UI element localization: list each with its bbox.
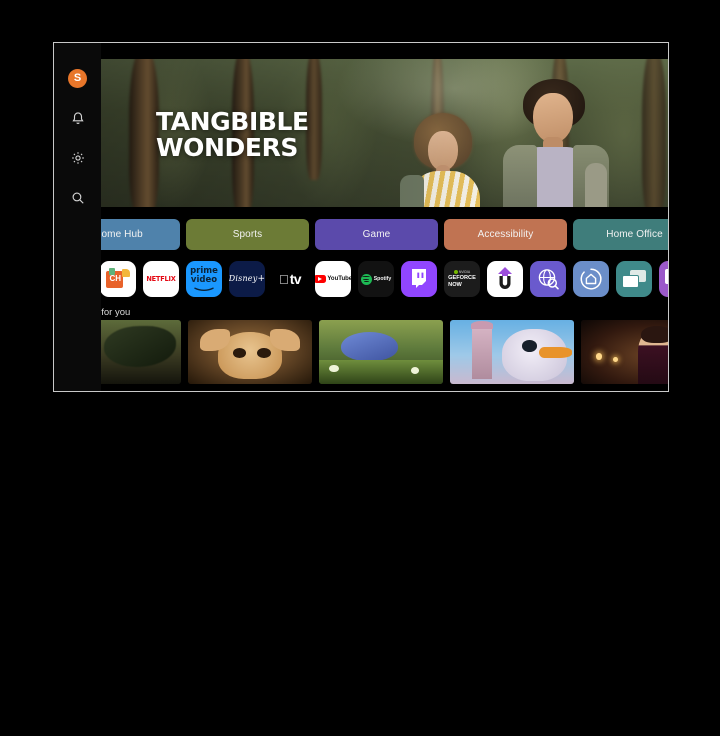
top-pick-thumbnail[interactable] [188,320,312,384]
u-app-icon [487,261,523,297]
app-tile-screen-mirroring[interactable]: 6 [659,261,668,297]
category-button-accessibility[interactable]: Accessibility [444,219,567,250]
prime-video-icon: prime video [186,261,222,297]
app-tile-smartthings[interactable] [573,261,609,297]
search-icon [72,192,84,204]
category-button-label: Sports [232,229,263,240]
sidebar-item-notifications[interactable] [65,105,91,131]
top-pick-thumbnail[interactable] [581,320,668,384]
app-tile-netflix[interactable]: NETFLIX [143,261,179,297]
disney-plus-icon: Disney+ [229,274,265,284]
sidebar-item-search[interactable] [65,185,91,211]
category-button-row: Home Hub Sports Game Accessibility Home Offi… [57,219,668,250]
netflix-icon: NETFLIX [146,275,176,283]
profile-avatar-button[interactable]: S [65,65,91,91]
apple-tv-icon: tv [279,271,302,287]
twitch-icon [401,261,437,297]
app-tile-samsung-tv-plus[interactable]: CH [100,261,136,297]
spotify-icon: Spotify [358,261,394,297]
category-button-label: Game [362,229,391,240]
tv-home-screen: S TANGBIBLE WONDERS Home Hub Sports Game… [54,43,668,391]
youtube-icon: YouTube [315,261,351,297]
app-tile-prime-video[interactable]: prime video [186,261,222,297]
smartthings-home-icon [573,261,609,297]
globe-search-icon [530,261,566,297]
category-button-label: Home Hub [94,229,143,240]
sidebar-item-settings[interactable] [65,145,91,171]
hero-title-line2: WONDERS [156,132,299,162]
app-tile-youtube[interactable]: YouTube [315,261,351,297]
app-tile-geforce-now[interactable]: NVIDIA GEFORCE NOW [444,261,480,297]
app-tile-internet[interactable] [530,261,566,297]
hero-title: TANGBIBLE WONDERS [156,109,309,160]
app-tile-disney-[interactable]: Disney+ [229,261,265,297]
category-button-label: Home Office [606,229,663,240]
app-tile-multi-view[interactable] [616,261,652,297]
avatar: S [68,68,87,88]
app-tile-twitch[interactable] [401,261,437,297]
top-pick-thumbnail[interactable] [450,320,574,384]
category-button-sports[interactable]: Sports [186,219,309,250]
app-tile-spotify[interactable]: Spotify [358,261,394,297]
hero-title-line1: TANGBIBLE [156,107,309,136]
category-button-game[interactable]: Game [315,219,438,250]
app-shortcut-row: APPSCHNETFLIXprimevideoDisney+tvYouTube… [57,261,668,297]
bell-icon [71,111,84,124]
top-pick-thumbnail[interactable] [319,320,443,384]
hero-banner[interactable]: TANGBIBLE WONDERS [101,59,668,207]
screen-mirror-icon: 6 [659,261,668,297]
sidebar: S [54,43,101,391]
app-tile-u[interactable] [487,261,523,297]
app-tile-apple-tv[interactable]: tv [272,261,308,297]
tv-frame: S TANGBIBLE WONDERS Home Hub Sports Game… [53,42,669,392]
multi-view-icon [616,261,652,297]
category-button-home-office[interactable]: Home Office [573,219,668,250]
geforce-now-icon: NVIDIA GEFORCE NOW [448,270,476,288]
channel-icon: CH [100,261,136,297]
top-picks-row [57,320,668,384]
gear-icon [71,152,84,164]
category-button-label: Accessibility [477,229,534,240]
